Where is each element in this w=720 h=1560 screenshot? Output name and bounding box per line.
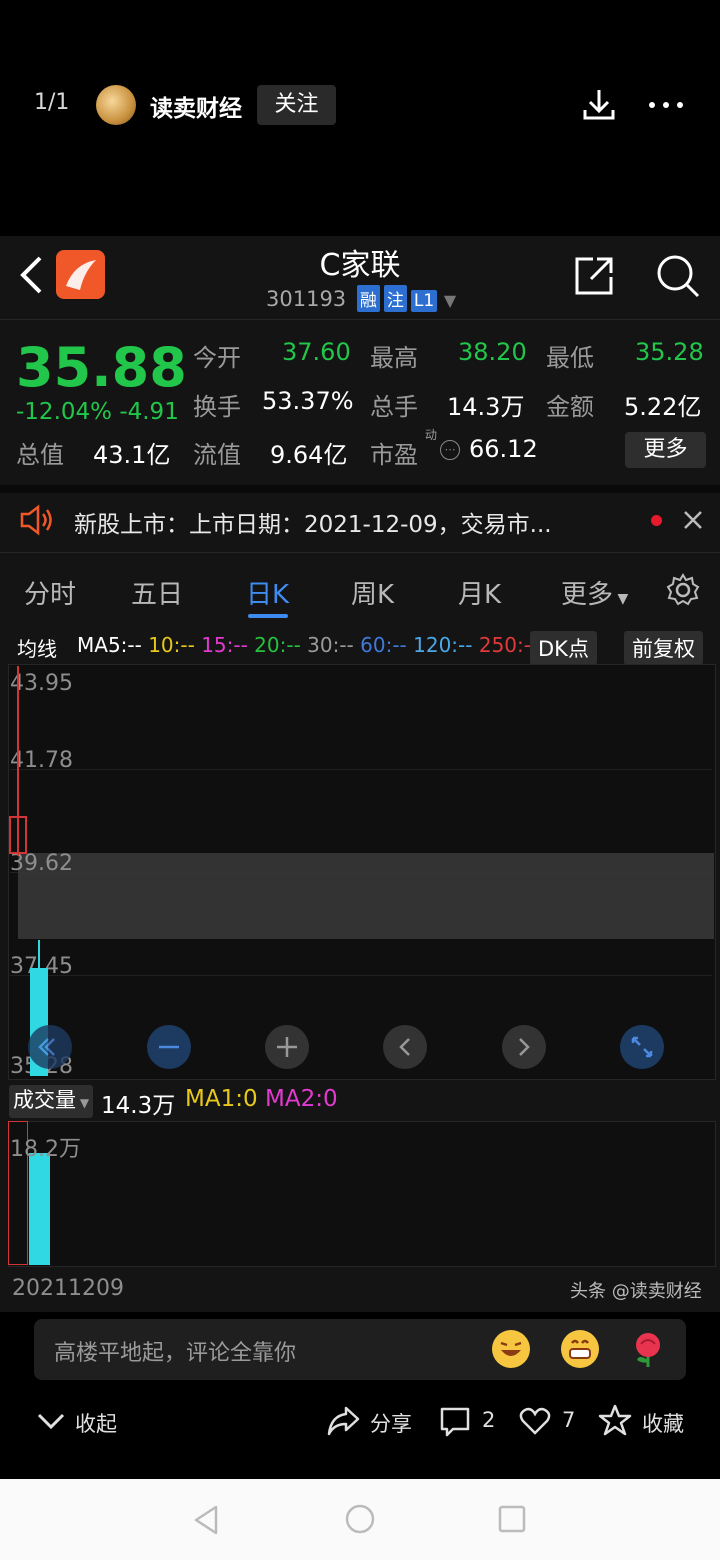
amount-label: 金额	[546, 393, 594, 421]
low-value: 35.28	[635, 338, 704, 366]
rose-emoji-icon[interactable]	[629, 1330, 667, 1368]
fullscreen-button[interactable]	[620, 1025, 664, 1069]
price-tick: 39.62	[10, 851, 73, 876]
laughing-emoji-icon[interactable]	[492, 1330, 530, 1368]
low-label: 最低	[546, 344, 594, 372]
volume-ma1: MA1:0	[185, 1086, 258, 1112]
tab-more[interactable]: 更多 ▼	[561, 574, 628, 611]
search-icon[interactable]	[655, 253, 701, 299]
like-heart-icon[interactable]	[519, 1406, 551, 1436]
volume-label: 总手	[370, 393, 418, 421]
follow-button[interactable]: 关注	[257, 85, 336, 125]
comment-placeholder: 高楼平地起，评论全靠你	[54, 1341, 297, 1366]
price-tick: 41.78	[10, 748, 73, 773]
ma-legend-item: 15:--	[201, 633, 248, 657]
scroll-left-end-button[interactable]	[28, 1025, 72, 1069]
share-icon[interactable]	[326, 1404, 360, 1438]
more-options-icon[interactable]	[648, 100, 684, 110]
image-counter: 1/1	[34, 90, 70, 115]
download-icon[interactable]	[582, 88, 616, 120]
indicator-selector[interactable]: 成交量 ▼	[9, 1085, 94, 1118]
float-cap-value: 9.64亿	[270, 441, 348, 469]
volume-max-tick: 18.2万	[10, 1137, 81, 1162]
price-change: -12.04% -4.91	[16, 399, 179, 425]
volume-chart[interactable]	[8, 1121, 716, 1267]
listing-notice[interactable]: 新股上市：上市日期：2021-12-09，交易市...	[74, 505, 552, 539]
close-icon[interactable]	[682, 509, 704, 531]
settings-gear-icon[interactable]	[666, 573, 700, 607]
volume-value: 14.3万	[447, 393, 525, 421]
info-icon[interactable]: ⋯	[440, 440, 460, 460]
comment-icon[interactable]	[439, 1405, 471, 1437]
collapse-button[interactable]: 收起	[75, 1408, 117, 1438]
volume-value: 14.3万	[101, 1093, 176, 1119]
zoom-in-button[interactable]	[265, 1025, 309, 1069]
tag-registered: 注	[383, 285, 407, 312]
candle-wick	[38, 940, 40, 970]
unread-dot	[651, 515, 662, 526]
comment-count[interactable]: 2	[482, 1408, 495, 1432]
watermark: 头条 @读卖财经	[570, 1281, 702, 1302]
price-tick: 43.95	[10, 671, 73, 696]
ma-legend: MA5:-- 10:-- 15:-- 20:-- 30:-- 60:-- 120…	[77, 633, 538, 657]
high-label: 最高	[370, 344, 418, 372]
volume-bar	[29, 1153, 50, 1265]
crosshair-marker	[9, 816, 27, 854]
speaker-icon	[20, 504, 52, 536]
current-price: 35.88	[16, 336, 187, 399]
share-out-icon[interactable]	[573, 255, 615, 297]
turnover-label: 换手	[193, 393, 241, 421]
open-label: 今开	[193, 344, 241, 372]
favorite-star-icon[interactable]	[598, 1403, 632, 1437]
ma-title: 均线	[17, 637, 57, 661]
amount-value: 5.22亿	[624, 393, 702, 421]
stock-code-row[interactable]: 301193 融注 L1 ▼	[266, 285, 456, 312]
pe-value: 66.12	[469, 435, 538, 463]
chevron-down-icon: ▼	[443, 291, 457, 310]
nav-home-icon[interactable]	[344, 1503, 376, 1535]
nav-recents-icon[interactable]	[498, 1505, 526, 1533]
tag-level1: L1	[410, 290, 438, 312]
float-cap-label: 流值	[193, 441, 241, 469]
zoom-out-button[interactable]	[147, 1025, 191, 1069]
ma-legend-item: 20:--	[254, 633, 301, 657]
market-cap-label: 总值	[16, 441, 64, 469]
pan-left-button[interactable]	[383, 1025, 427, 1069]
volume-ma2: MA2:0	[265, 1086, 338, 1112]
pe-dynamic-mark: 动	[425, 428, 438, 442]
tab-intraday[interactable]: 分时	[24, 574, 76, 611]
author-avatar[interactable]	[96, 85, 136, 125]
listing-overlay-band	[18, 853, 714, 939]
active-tab-indicator	[248, 614, 288, 618]
turnover-value: 53.37%	[262, 387, 354, 415]
pe-label: 市盈	[370, 441, 418, 469]
tab-monthly-k[interactable]: 月K	[458, 574, 501, 611]
ma-legend-item: 30:--	[307, 633, 354, 657]
dk-point-button[interactable]: DK点	[530, 631, 597, 665]
pan-right-button[interactable]	[502, 1025, 546, 1069]
stock-code: 301193	[266, 287, 347, 311]
date-label: 20211209	[12, 1276, 124, 1301]
more-quote-button[interactable]: 更多	[625, 432, 706, 468]
tag-margin: 融	[356, 285, 380, 312]
open-value: 37.60	[282, 338, 351, 366]
price-adjust-button[interactable]: 前复权	[624, 631, 703, 665]
tab-weekly-k[interactable]: 周K	[351, 574, 394, 611]
ma-legend-item: MA5:--	[77, 633, 142, 657]
share-button[interactable]: 分享	[370, 1408, 412, 1438]
ma-legend-item: 60:--	[360, 633, 407, 657]
nav-back-icon[interactable]	[192, 1504, 220, 1536]
grinning-emoji-icon[interactable]	[561, 1330, 599, 1368]
ma-legend-item: 120:--	[413, 633, 473, 657]
author-name[interactable]: 读卖财经	[150, 89, 242, 123]
collapse-chevron-icon[interactable]	[36, 1409, 66, 1433]
market-cap-value: 43.1亿	[93, 441, 171, 469]
tab-five-day[interactable]: 五日	[131, 574, 183, 611]
like-count[interactable]: 7	[562, 1408, 575, 1432]
high-value: 38.20	[458, 338, 527, 366]
favorite-button[interactable]: 收藏	[642, 1408, 684, 1438]
ma-legend-item: 10:--	[148, 633, 195, 657]
tab-daily-k[interactable]: 日K	[246, 574, 289, 611]
